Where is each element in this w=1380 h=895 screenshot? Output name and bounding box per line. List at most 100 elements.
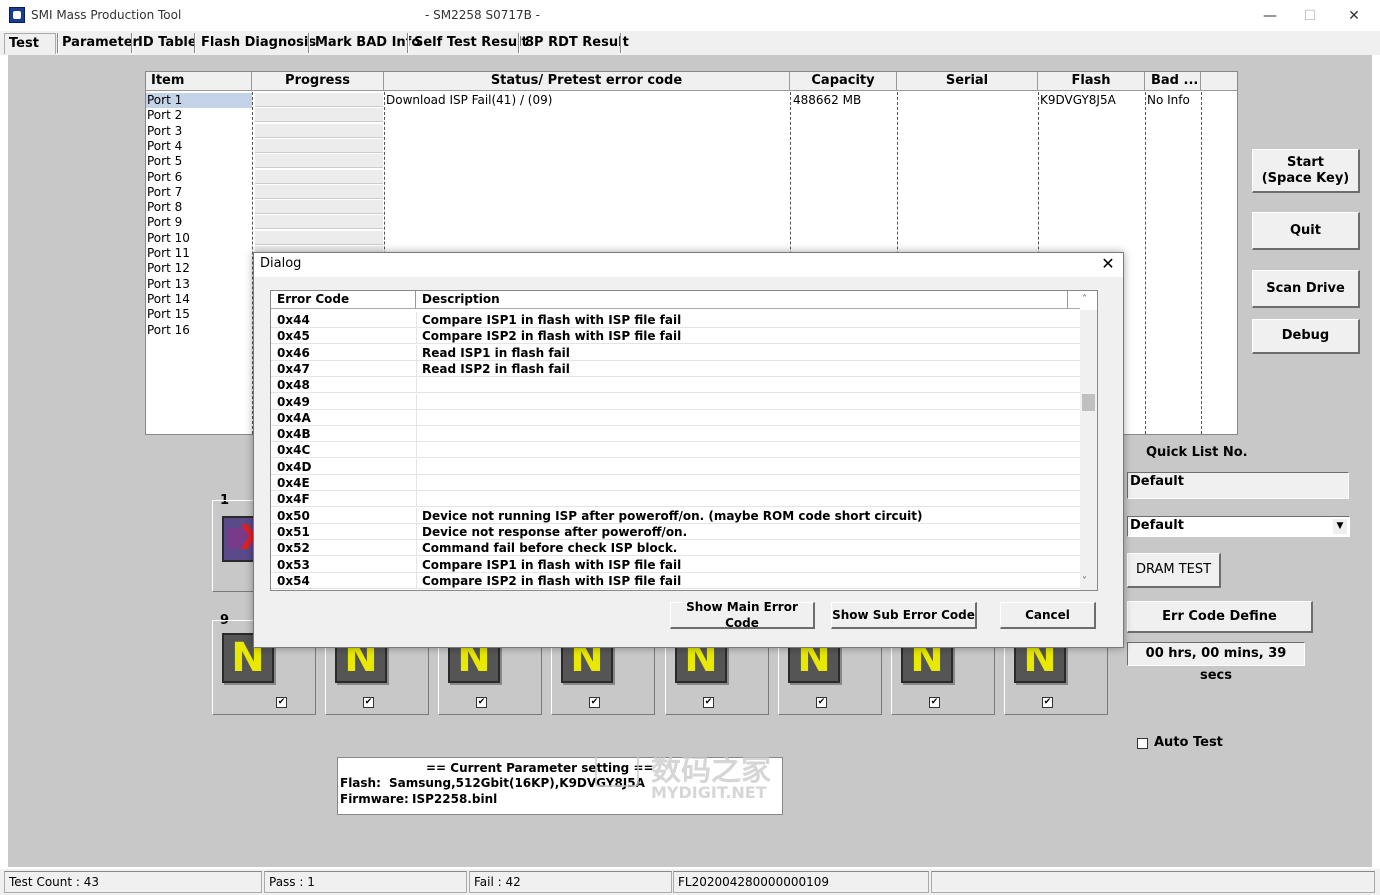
port-row-label[interactable]: Port 14	[147, 292, 190, 307]
port-row-label[interactable]: Port 4	[147, 139, 182, 154]
error-code-row[interactable]: 0x50 Device not running ISP after powerof…	[271, 507, 1081, 524]
column-header-status[interactable]: Status/ Pretest error code	[384, 72, 790, 91]
debug-button[interactable]: Debug	[1252, 319, 1360, 354]
error-code-row[interactable]: 0x4C	[271, 442, 1081, 459]
tab-self-test-result[interactable]: Self Test Result	[410, 33, 532, 54]
column-divider	[416, 426, 417, 443]
status-test-count: Test Count : 43	[4, 871, 262, 893]
cancel-button[interactable]: Cancel	[1000, 602, 1096, 629]
column-divider	[1201, 92, 1202, 434]
port1-capacity: 488662 MB	[793, 93, 862, 107]
tab-separator	[131, 33, 133, 53]
error-code-row[interactable]: 0x4F	[271, 491, 1081, 508]
show-main-error-code-button[interactable]: Show Main Error Code	[670, 600, 815, 630]
error-code-row[interactable]: 0x51 Device not response after poweroff/o…	[271, 523, 1081, 540]
column-header-item[interactable]: Item	[146, 72, 252, 91]
port-row-label[interactable]: Port 5	[147, 154, 182, 169]
firmware-param-label: Firmware:	[340, 792, 409, 806]
error-description: Compare ISP1 in flash with ISP file fail	[422, 557, 682, 572]
scan-drive-button[interactable]: Scan Drive	[1252, 270, 1360, 308]
error-code-row[interactable]: 0x49	[271, 393, 1081, 410]
port-progress-bar	[255, 154, 383, 169]
chevron-down-icon[interactable]: ▼	[1333, 519, 1347, 534]
port-row-label[interactable]: Port 2	[147, 108, 182, 123]
quick-list-field[interactable]: Default	[1127, 472, 1349, 499]
dialog-close-icon[interactable]: ✕	[1098, 254, 1118, 273]
column-header-capacity[interactable]: Capacity	[790, 72, 897, 91]
error-description: Compare ISP2 in flash with ISP file fail	[422, 329, 682, 344]
scroll-up-icon[interactable]: ˄	[1082, 294, 1087, 305]
auto-test-checkbox[interactable]	[1137, 738, 1148, 749]
column-header-flash[interactable]: Flash	[1038, 72, 1145, 91]
error-code-row[interactable]: 0x54 Compare ISP2 in flash with ISP file …	[271, 572, 1081, 589]
tab-separator	[620, 33, 622, 53]
error-code-value: 0x53	[277, 557, 310, 572]
port-row-label[interactable]: Port 1	[147, 93, 182, 108]
column-header-serial[interactable]: Serial	[897, 72, 1038, 91]
port-enable-checkbox[interactable]: ✔	[589, 697, 600, 708]
port-enable-checkbox[interactable]: ✔	[1042, 697, 1053, 708]
port-row-label[interactable]: Port 9	[147, 215, 182, 230]
error-code-row[interactable]: 0x45 Compare ISP2 in flash with ISP file …	[271, 328, 1081, 345]
port-row-label[interactable]: Port 7	[147, 185, 182, 200]
error-code-row[interactable]: 0x47 Read ISP2 in flash fail	[271, 360, 1081, 377]
close-button[interactable]: ✕	[1331, 2, 1377, 30]
scroll-down-icon[interactable]: ˅	[1082, 576, 1087, 587]
column-header-progress[interactable]: Progress	[252, 72, 384, 91]
port-row-label[interactable]: Port 3	[147, 124, 182, 139]
column-divider	[416, 328, 417, 345]
port-row-label[interactable]: Port 16	[147, 323, 190, 338]
error-code-value: 0x47	[277, 361, 310, 376]
scrollbar-thumb[interactable]	[1082, 394, 1095, 411]
flash-param-label: Flash:	[340, 776, 381, 790]
tab-id-table[interactable]: ID Table	[134, 33, 201, 54]
port-enable-checkbox[interactable]: ✔	[816, 697, 827, 708]
port-enable-checkbox[interactable]: ✔	[929, 697, 940, 708]
port-row-label[interactable]: Port 11	[147, 246, 190, 261]
error-code-row[interactable]: 0x4B	[271, 426, 1081, 443]
port-row-label[interactable]: Port 10	[147, 231, 190, 246]
vertical-scrollbar[interactable]	[1080, 310, 1097, 590]
error-code-row[interactable]: 0x53 Compare ISP1 in flash with ISP file …	[271, 556, 1081, 573]
port-row-label[interactable]: Port 12	[147, 261, 190, 276]
window-subtitle: - SM2258 S0717B -	[425, 8, 541, 22]
error-code-row[interactable]: 0x46 Read ISP1 in flash fail	[271, 344, 1081, 361]
column-header-bad[interactable]: Bad ...	[1145, 72, 1201, 91]
port-enable-checkbox[interactable]: ✔	[363, 697, 374, 708]
port-enable-checkbox[interactable]: ✔	[276, 697, 287, 708]
column-header-description[interactable]: Description	[416, 291, 1068, 309]
port-row-label[interactable]: Port 8	[147, 200, 182, 215]
maximize-button[interactable]: ☐	[1287, 2, 1333, 30]
port-progress-bar	[255, 108, 383, 123]
show-sub-error-code-button[interactable]: Show Sub Error Code	[831, 602, 977, 629]
column-divider	[416, 344, 417, 361]
port-progress-bar	[255, 184, 383, 199]
error-code-value: 0x4C	[277, 443, 311, 458]
status-lot-id: FL202004280000000109	[673, 871, 929, 893]
error-code-row[interactable]: 0x52 Command fail before check ISP block.	[271, 540, 1081, 557]
tab-flash-diagnosis[interactable]: Flash Diagnosis	[197, 33, 320, 54]
tab-test[interactable]: Test	[4, 33, 56, 54]
auto-test-label: Auto Test	[1154, 735, 1223, 750]
column-divider	[416, 312, 417, 328]
port-row-label[interactable]: Port 15	[147, 307, 190, 322]
port-row-label[interactable]: Port 13	[147, 277, 190, 292]
quick-list-dropdown[interactable]: Default ▼	[1127, 516, 1350, 537]
error-code-row[interactable]: 0x4E	[271, 475, 1081, 491]
tab-separator	[407, 33, 409, 53]
port-row-label[interactable]: Port 6	[147, 170, 182, 185]
start-button[interactable]: Start (Space Key)	[1252, 149, 1360, 193]
column-header-error-code[interactable]: Error Code	[271, 291, 416, 309]
tab-8p-rdt-result[interactable]: 8P RDT Result	[521, 33, 633, 54]
error-code-row[interactable]: 0x4D	[271, 458, 1081, 475]
quit-button[interactable]: Quit	[1252, 212, 1360, 250]
error-code-row[interactable]: 0x48	[271, 377, 1081, 394]
port-enable-checkbox[interactable]: ✔	[703, 697, 714, 708]
dram-test-button[interactable]: DRAM TEST	[1127, 553, 1221, 588]
error-code-value: 0x51	[277, 524, 310, 539]
port-enable-checkbox[interactable]: ✔	[476, 697, 487, 708]
title-bar	[0, 0, 1380, 31]
error-code-row[interactable]: 0x44 Compare ISP1 in flash with ISP file …	[271, 312, 1081, 328]
error-code-row[interactable]: 0x4A	[271, 409, 1081, 426]
err-code-define-button[interactable]: Err Code Define	[1127, 601, 1313, 633]
